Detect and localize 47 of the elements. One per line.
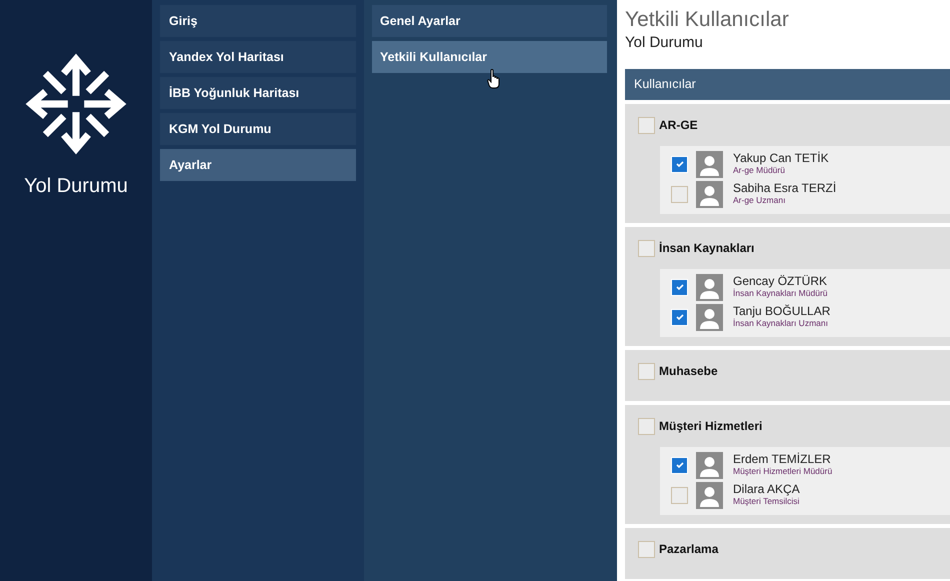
menu-item[interactable]: Yandex Yol Haritası [160, 41, 356, 73]
submenu-item[interactable]: Genel Ayarlar [372, 5, 607, 37]
user-role: Müşteri Hizmetleri Müdürü [733, 465, 832, 477]
avatar-icon [696, 482, 723, 508]
user-role: İnsan Kaynakları Uzmanı [733, 318, 829, 329]
avatar-icon [696, 274, 723, 300]
group-name: Muhasebe [659, 364, 718, 378]
avatar-icon [696, 180, 723, 208]
user-name: Gencay ÖZTÜRK [733, 275, 828, 287]
checkbox[interactable] [671, 486, 688, 504]
checkbox[interactable] [671, 186, 688, 202]
check-icon [674, 312, 684, 322]
avatar-icon [696, 452, 723, 478]
user-role: İnsan Kaynakları Müdürü [733, 288, 828, 299]
arrows-outward-icon [25, 53, 127, 155]
panel-header: Kullanıcılar [625, 69, 950, 100]
page-title: Yetkili Kullanıcılar [625, 7, 790, 33]
user-name: Tanju BOĞULLAR [733, 305, 830, 317]
menu-item[interactable]: İBB Yoğunluk Haritası [160, 77, 356, 109]
submenu-item[interactable]: Yetkili Kullanıcılar [372, 41, 607, 73]
checkbox[interactable] [638, 240, 655, 256]
user-role: Ar-ge Uzmanı [733, 194, 786, 206]
check-icon [674, 159, 684, 169]
user-role: Müşteri Temsilcisi [733, 496, 800, 507]
user-role: Ar-ge Müdürü [733, 164, 786, 176]
user-name: Erdem TEMİZLER [733, 453, 832, 465]
menu-item[interactable]: KGM Yol Durumu [160, 113, 356, 145]
checkbox[interactable] [638, 362, 655, 380]
app-title: Yol Durumu [24, 175, 128, 198]
checkbox[interactable] [638, 418, 655, 434]
menu-item[interactable]: Giriş [160, 5, 356, 37]
group-name: AR-GE [659, 118, 698, 132]
check-icon [674, 282, 684, 292]
group-name: Pazarlama [659, 542, 718, 556]
avatar-icon [696, 304, 723, 330]
user-name: Dilara AKÇA [733, 483, 800, 495]
checkbox[interactable] [638, 540, 655, 558]
user-name: Sabiha Esra TERZİ [733, 182, 836, 194]
user-name: Yakup Can TETİK [733, 152, 829, 164]
hand-cursor-icon [487, 69, 501, 89]
group-name: Müşteri Hizmetleri [659, 419, 762, 433]
menu-item[interactable]: Ayarlar [160, 149, 356, 181]
avatar-icon [696, 150, 723, 178]
page-subtitle: Yol Durumu [625, 34, 704, 52]
checkbox[interactable] [638, 116, 655, 134]
check-icon [674, 460, 684, 470]
group-name: İnsan Kaynakları [659, 241, 754, 255]
